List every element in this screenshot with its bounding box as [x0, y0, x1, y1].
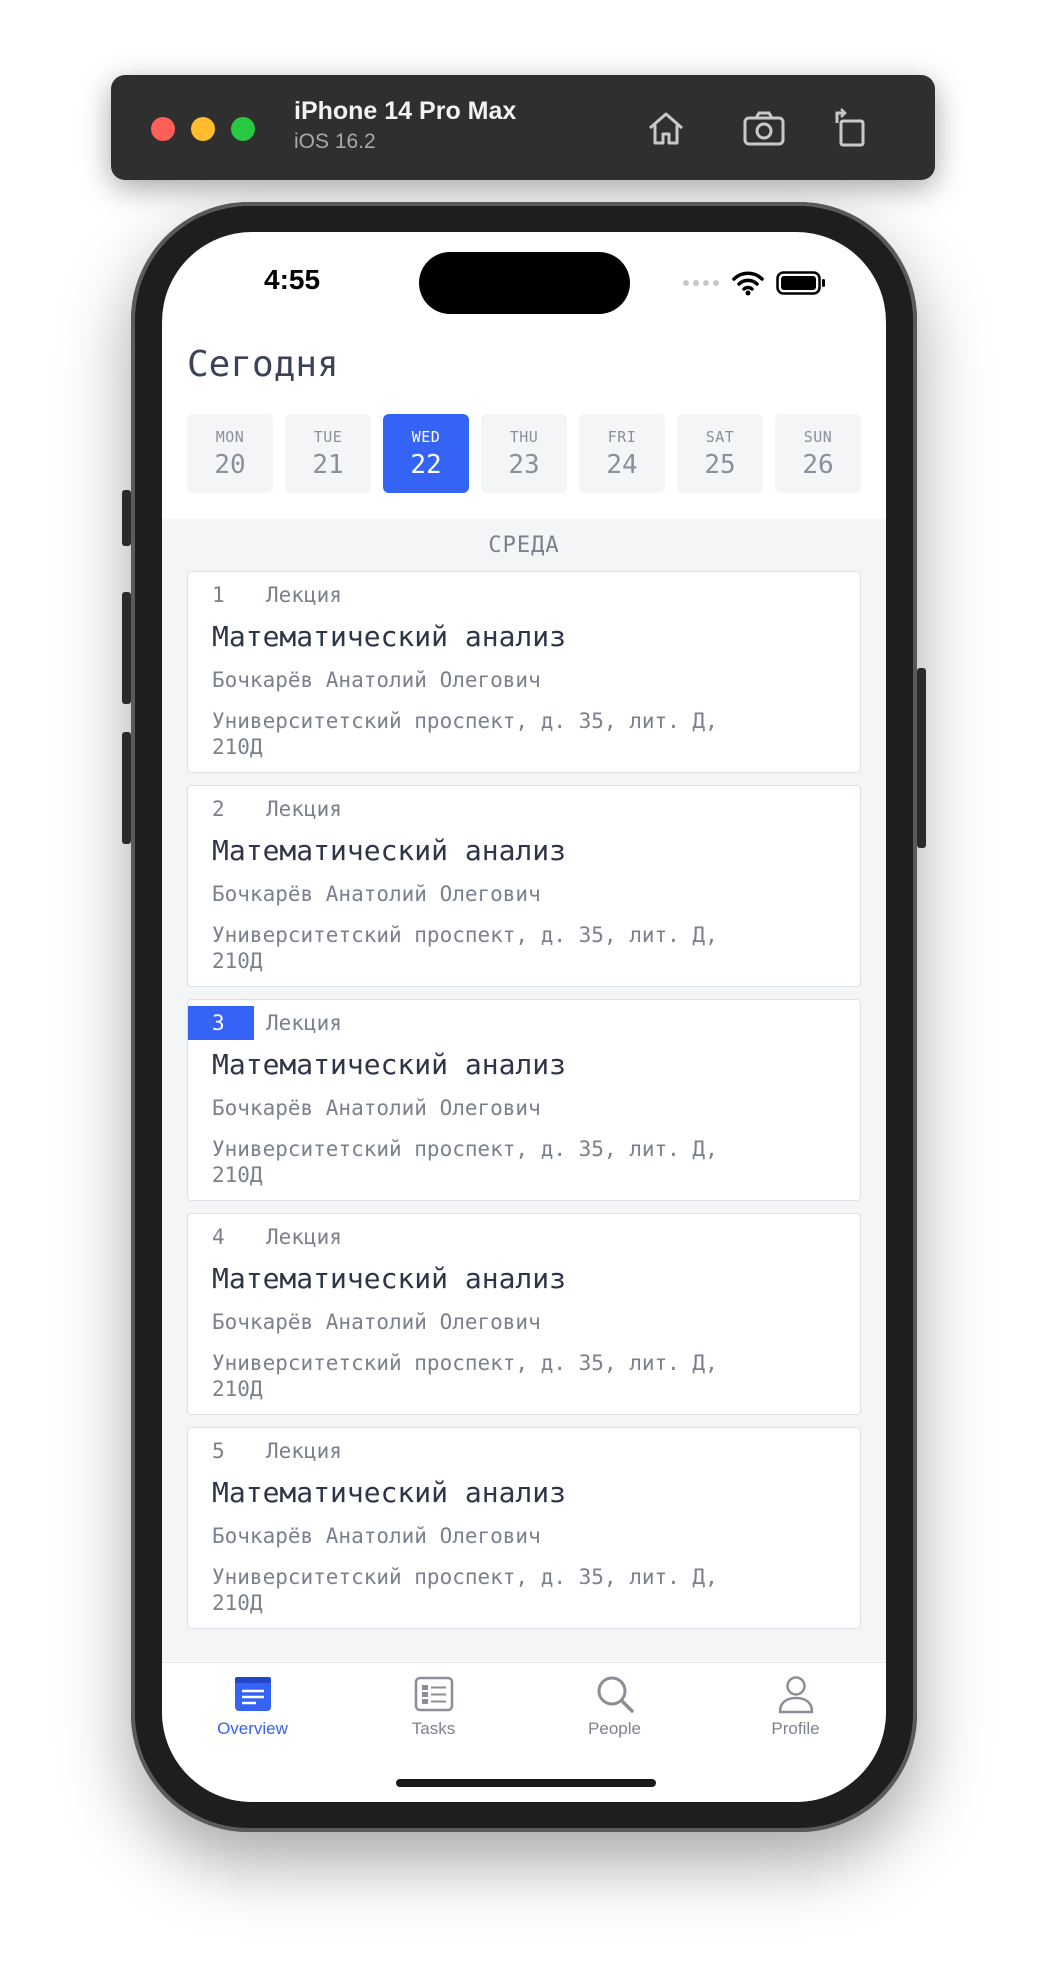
schedule-list[interactable]: СРЕДА 1 Лекция Математический анализ Боч… — [162, 519, 886, 1661]
lesson-number: 4 — [212, 1225, 225, 1249]
status-time: 4:55 — [264, 264, 321, 295]
lesson-type: Лекция — [266, 583, 342, 607]
home-indicator[interactable] — [396, 1779, 656, 1787]
lesson-location: Университетский проспект, д. 35, лит. Д,… — [212, 709, 718, 759]
lesson-card[interactable]: 1 Лекция Математический анализ Бочкарёв … — [187, 571, 861, 773]
page-title: Сегодня — [187, 344, 339, 385]
lesson-number: 1 — [212, 583, 225, 607]
lesson-number: 2 — [212, 797, 225, 821]
day-name: MON — [215, 428, 245, 446]
day-saturday[interactable]: SAT 25 — [677, 414, 763, 493]
day-name: SAT — [705, 428, 735, 446]
day-sunday[interactable]: SUN 26 — [775, 414, 861, 493]
lesson-subject: Математический анализ — [212, 620, 567, 653]
home-icon[interactable] — [641, 103, 691, 153]
lesson-type: Лекция — [266, 1439, 342, 1463]
lesson-number: 5 — [212, 1439, 225, 1463]
day-date: 25 — [704, 450, 736, 480]
day-date: 24 — [606, 450, 638, 480]
lesson-teacher: Бочкарёв Анатолий Олегович — [212, 1096, 541, 1120]
tab-label: Tasks — [411, 1719, 456, 1738]
week-day-selector: MON 20 TUE 21 WED 22 THU 23 FRI 24 SAT 2… — [187, 414, 861, 493]
lesson-subject: Математический анализ — [212, 1476, 567, 1509]
day-name: FRI — [607, 428, 637, 446]
lesson-card[interactable]: 5 Лекция Математический анализ Бочкарёв … — [187, 1427, 861, 1629]
simulator-toolbar: iPhone 14 Pro Max iOS 16.2 — [111, 75, 935, 180]
tab-label: Profile — [771, 1719, 820, 1738]
search-icon — [597, 1676, 634, 1713]
volume-down-button — [122, 732, 131, 844]
tab-profile[interactable]: Profile — [705, 1663, 886, 1753]
tab-label: Overview — [217, 1719, 288, 1738]
lesson-subject: Математический анализ — [212, 1262, 567, 1295]
tab-label: People — [588, 1719, 641, 1738]
lesson-teacher: Бочкарёв Анатолий Олегович — [212, 668, 541, 692]
day-date: 21 — [312, 450, 344, 480]
lesson-location: Университетский проспект, д. 35, лит. Д,… — [212, 1137, 718, 1187]
status-icons — [682, 268, 826, 298]
lesson-number: 3 — [188, 1006, 254, 1040]
rotate-icon[interactable] — [827, 103, 877, 153]
lesson-type: Лекция — [266, 1225, 342, 1249]
profile-icon — [778, 1676, 814, 1714]
close-window-button[interactable] — [151, 117, 175, 141]
day-date: 20 — [214, 450, 246, 480]
day-name: SUN — [803, 428, 833, 446]
lesson-location: Университетский проспект, д. 35, лит. Д,… — [212, 1565, 718, 1615]
mute-switch — [122, 490, 131, 546]
lesson-location: Университетский проспект, д. 35, лит. Д,… — [212, 923, 718, 973]
tab-tasks[interactable]: Tasks — [343, 1663, 524, 1753]
day-monday[interactable]: MON 20 — [187, 414, 273, 493]
lesson-type: Лекция — [266, 797, 342, 821]
lesson-card[interactable]: 4 Лекция Математический анализ Бочкарёв … — [187, 1213, 861, 1415]
zoom-window-button[interactable] — [231, 117, 255, 141]
simulator-device-name: iPhone 14 Pro Max — [294, 97, 517, 125]
volume-up-button — [122, 592, 131, 704]
wifi-icon — [732, 271, 764, 296]
dynamic-island — [419, 252, 630, 314]
battery-icon — [776, 271, 825, 295]
lesson-card[interactable]: 2 Лекция Математический анализ Бочкарёв … — [187, 785, 861, 987]
cellular-signal-icon — [683, 280, 719, 286]
lesson-location: Университетский проспект, д. 35, лит. Д,… — [212, 1351, 718, 1401]
lesson-teacher: Бочкарёв Анатолий Олегович — [212, 1524, 541, 1548]
day-thursday[interactable]: THU 23 — [481, 414, 567, 493]
day-tuesday[interactable]: TUE 21 — [285, 414, 371, 493]
tab-people[interactable]: People — [524, 1663, 705, 1753]
tab-overview[interactable]: Overview — [162, 1663, 343, 1753]
lesson-type: Лекция — [266, 1011, 342, 1035]
lesson-teacher: Бочкарёв Анатолий Олегович — [212, 1310, 541, 1334]
day-date: 23 — [508, 450, 540, 480]
day-friday[interactable]: FRI 24 — [579, 414, 665, 493]
lesson-subject: Математический анализ — [212, 1048, 567, 1081]
phone-screen: 4:55 Сегодня MON 20 TUE 21 WED 22 THU 23… — [162, 232, 886, 1802]
lesson-subject: Математический анализ — [212, 834, 567, 867]
day-wednesday[interactable]: WED 22 — [383, 414, 469, 493]
tasks-icon — [414, 1676, 454, 1712]
power-button — [917, 668, 926, 848]
lesson-card-current[interactable]: 3 Лекция Математический анализ Бочкарёв … — [187, 999, 861, 1201]
day-name: THU — [509, 428, 539, 446]
screenshot-icon[interactable] — [739, 103, 789, 153]
day-name: WED — [411, 428, 441, 446]
overview-icon — [235, 1677, 271, 1711]
day-date: 26 — [802, 450, 834, 480]
weekday-header: СРЕДА — [488, 533, 560, 558]
minimize-window-button[interactable] — [191, 117, 215, 141]
simulator-os-version: iOS 16.2 — [294, 130, 376, 153]
day-name: TUE — [313, 428, 343, 446]
lesson-teacher: Бочкарёв Анатолий Олегович — [212, 882, 541, 906]
day-date: 22 — [410, 450, 442, 480]
